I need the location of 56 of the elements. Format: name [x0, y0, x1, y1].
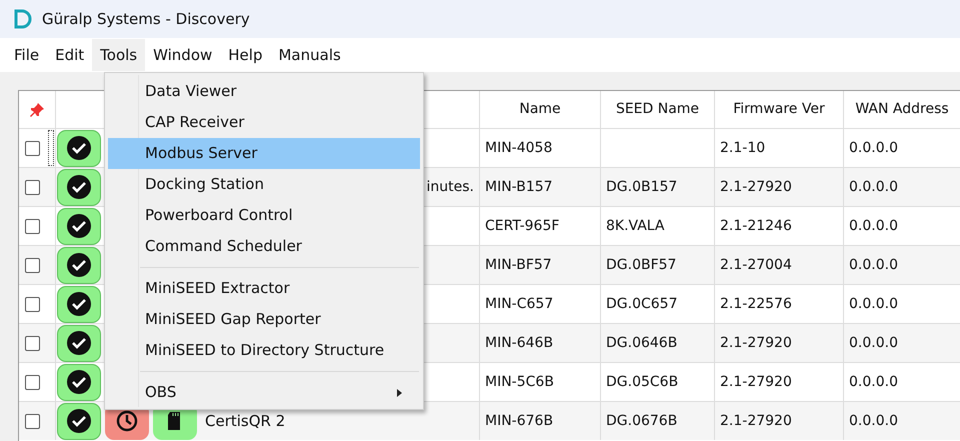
- table-cell: 2.1-10: [715, 128, 844, 167]
- menu-item[interactable]: OBS: [108, 377, 420, 408]
- table-cell: 0.0.0.0: [844, 167, 960, 206]
- table-cell: 2.1-22576: [715, 284, 844, 323]
- table-cell: CERT-965F: [480, 206, 601, 245]
- table-cell: 0.0.0.0: [844, 401, 960, 440]
- table-cell: 2.1-27920: [715, 167, 844, 206]
- menu-item[interactable]: Manuals: [270, 39, 349, 71]
- menu-item[interactable]: Modbus Server: [108, 138, 420, 169]
- menu-item[interactable]: File: [6, 39, 48, 71]
- table-cell-text: inutes.: [426, 178, 474, 196]
- checkbox[interactable]: [25, 374, 40, 390]
- table-cell: 2.1-27920: [715, 362, 844, 401]
- table-cell: MIN-676B: [480, 401, 601, 440]
- menu-item[interactable]: Tools: [92, 39, 146, 71]
- menu-item[interactable]: Help: [220, 39, 270, 71]
- checkbox[interactable]: [25, 336, 40, 350]
- table-cell: 2.1-27920: [715, 401, 844, 440]
- table-cell: MIN-5C6B: [480, 362, 601, 401]
- menu-item[interactable]: MiniSEED Gap Reporter: [108, 304, 420, 335]
- checkbox[interactable]: [25, 140, 40, 156]
- menu-item[interactable]: MiniSEED to Directory Structure: [108, 335, 420, 366]
- checkbox[interactable]: [25, 258, 40, 272]
- device-label: CertisQR 2: [205, 410, 286, 432]
- menu-item[interactable]: CAP Receiver: [108, 107, 420, 138]
- table-cell: 2.1-27004: [715, 245, 844, 284]
- table-cell: MIN-646B: [480, 323, 601, 362]
- table-cell: 0.0.0.0: [844, 245, 960, 284]
- window-title: Güralp Systems - Discovery: [42, 8, 250, 30]
- table-cell: DG.0646B: [601, 323, 715, 362]
- table-cell: 2.1-21246: [715, 206, 844, 245]
- table-cell: 8K.VALA: [601, 206, 715, 245]
- checkbox[interactable]: [25, 296, 40, 312]
- menu-item[interactable]: Window: [145, 39, 220, 71]
- table-cell: MIN-C657: [480, 284, 601, 323]
- table-cell: 2.1-27920: [715, 323, 844, 362]
- menu-item[interactable]: MiniSEED Extractor: [108, 273, 420, 304]
- checkbox[interactable]: [25, 180, 40, 194]
- table-cell: MIN-B157: [480, 167, 601, 206]
- table-cell: DG.0BF57: [601, 245, 715, 284]
- checkbox[interactable]: [25, 414, 40, 428]
- table-cell: 0.0.0.0: [844, 323, 960, 362]
- menu-item[interactable]: Command Scheduler: [108, 231, 420, 262]
- app-logo-icon: [14, 9, 32, 29]
- menu-item[interactable]: Edit: [47, 39, 92, 71]
- menu-item[interactable]: Docking Station: [108, 169, 420, 200]
- table-cell: DG.05C6B: [601, 362, 715, 401]
- table-cell: MIN-BF57: [480, 245, 601, 284]
- menu-item[interactable]: Powerboard Control: [108, 200, 420, 231]
- table-cell: MIN-4058: [480, 128, 601, 167]
- pin-icon[interactable]: [29, 102, 45, 118]
- table-cell: DG.0C657: [601, 284, 715, 323]
- menu-item[interactable]: Data Viewer: [108, 76, 420, 107]
- table-cell: DG.0B157: [601, 167, 715, 206]
- table-cell: DG.0676B: [601, 401, 715, 440]
- checkbox[interactable]: [25, 218, 40, 234]
